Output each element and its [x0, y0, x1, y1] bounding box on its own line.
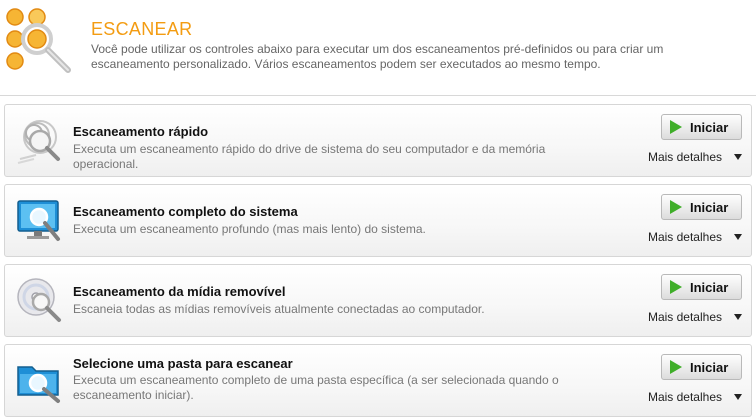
scan-row-full-system: Escaneamento completo do sistema Executa…: [4, 184, 752, 257]
page-title: ESCANEAR: [91, 19, 193, 39]
header-divider: [0, 95, 756, 96]
folder-scan-icon: [17, 366, 60, 403]
scan-description: Executa um escaneamento profundo (mas ma…: [73, 222, 426, 236]
start-button-label: Iniciar: [690, 199, 729, 215]
play-icon: [670, 200, 682, 214]
start-folder-scan-button[interactable]: Iniciar: [661, 354, 742, 380]
start-button-label: Iniciar: [690, 279, 729, 295]
more-details-label: Mais detalhes: [647, 310, 722, 324]
start-button-label: Iniciar: [690, 119, 729, 135]
start-button-label: Iniciar: [690, 359, 729, 375]
page-description: Você pode utilizar os controles abaixo p…: [91, 42, 664, 71]
scan-row-removable-media: Escaneamento da mídia removível Escaneia…: [4, 264, 752, 337]
scan-description: Executa um escaneamento rápido do drive …: [73, 142, 546, 171]
chevron-down-icon: [734, 154, 742, 160]
scan-description: Executa um escaneamento completo de uma …: [73, 373, 559, 402]
disc-scan-icon: [17, 278, 61, 322]
more-details-toggle[interactable]: Mais detalhes: [648, 309, 742, 325]
start-full-scan-button[interactable]: Iniciar: [661, 194, 742, 220]
scan-title: Selecione uma pasta para escanear: [73, 356, 293, 371]
monitor-scan-icon: [17, 200, 60, 241]
more-details-label: Mais detalhes: [647, 230, 722, 244]
quick-scan-icon: [17, 120, 60, 164]
chevron-down-icon: [734, 394, 742, 400]
more-details-toggle[interactable]: Mais detalhes: [648, 389, 742, 405]
scan-description: Escaneia todas as mídias removíveis atua…: [73, 302, 485, 316]
chevron-down-icon: [734, 314, 742, 320]
scan-magnifier-icon: [6, 8, 71, 73]
scan-title: Escaneamento rápido: [73, 124, 209, 139]
play-icon: [670, 280, 682, 294]
scan-title: Escaneamento da mídia removível: [73, 284, 286, 299]
scan-row-folder: Selecione uma pasta para escanear Execut…: [4, 344, 752, 417]
more-details-toggle[interactable]: Mais detalhes: [648, 229, 742, 245]
scan-header: ESCANEAR Você pode utilizar os controles…: [0, 0, 756, 96]
play-icon: [670, 120, 682, 134]
scan-row-quick: Escaneamento rápido Executa um escaneame…: [4, 104, 752, 177]
scan-title: Escaneamento completo do sistema: [73, 204, 298, 219]
more-details-toggle[interactable]: Mais detalhes: [648, 149, 742, 165]
start-quick-scan-button[interactable]: Iniciar: [661, 114, 742, 140]
start-removable-scan-button[interactable]: Iniciar: [661, 274, 742, 300]
more-details-label: Mais detalhes: [647, 150, 722, 164]
chevron-down-icon: [734, 234, 742, 240]
play-icon: [670, 360, 682, 374]
more-details-label: Mais detalhes: [647, 390, 722, 404]
